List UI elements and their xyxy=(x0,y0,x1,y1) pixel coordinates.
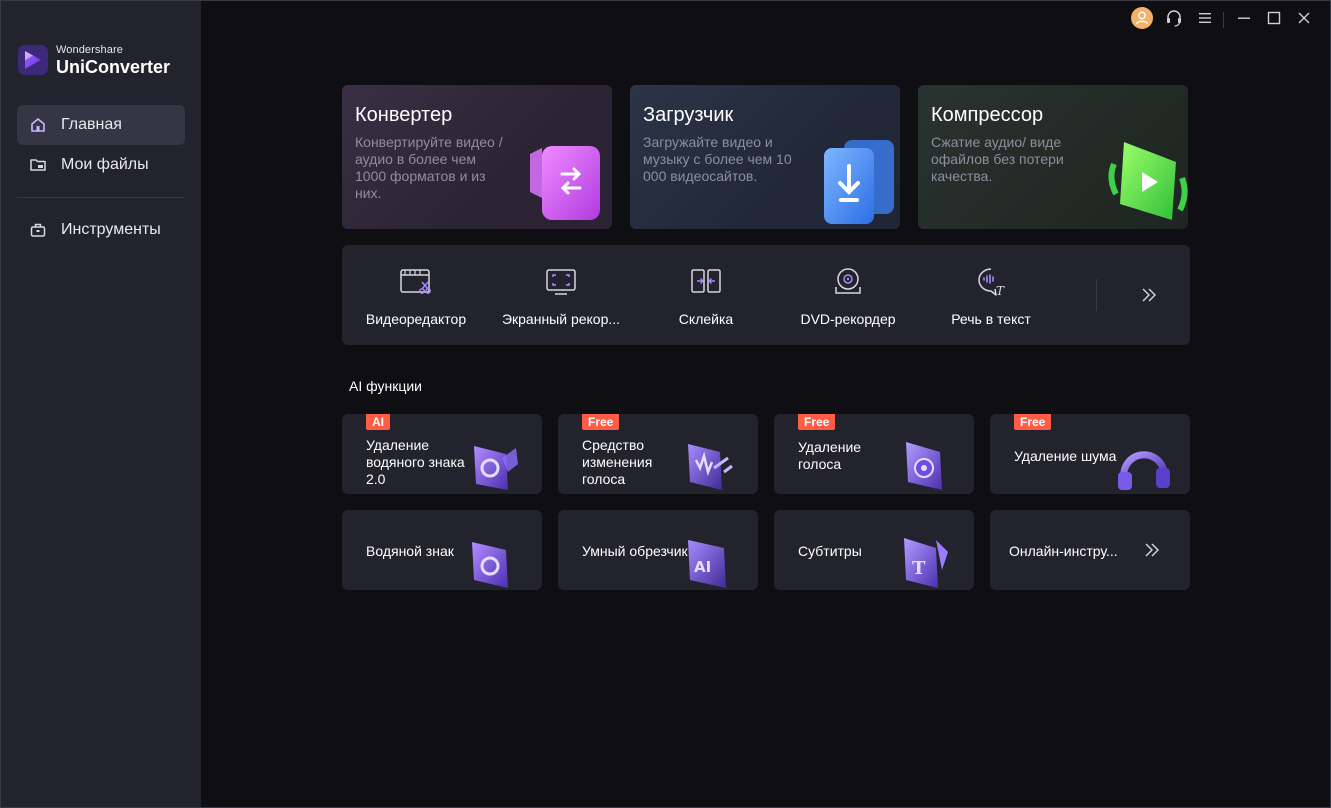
sidebar-item-label: Мои файлы xyxy=(61,156,149,173)
tool-label: Экранный рекор... xyxy=(501,311,621,327)
minimize-button[interactable] xyxy=(1232,8,1256,32)
app-window: Wondershare UniConverter Главная Мои фай… xyxy=(0,0,1331,808)
free-badge: Free xyxy=(582,414,620,430)
account-button[interactable] xyxy=(1130,6,1154,35)
converter-icon xyxy=(522,134,612,229)
sidebar-item-home[interactable]: Главная xyxy=(17,105,185,145)
brand-name: Wondershare xyxy=(56,43,123,56)
free-badge: Free xyxy=(798,414,836,430)
close-button[interactable] xyxy=(1292,8,1316,32)
compressor-card[interactable]: Компрессор Сжатие аудио/ виде офайлов бе… xyxy=(918,85,1188,229)
tools-strip: Видеоредактор Экранный рекор... Склейка … xyxy=(342,245,1190,345)
ai-card-label: Удаление водяного знака 2.0 xyxy=(366,437,465,487)
titlebar-divider xyxy=(1223,12,1224,28)
tool-screen-recorder[interactable]: Экранный рекор... xyxy=(491,245,631,345)
ai-section-title: AI функции xyxy=(349,378,422,394)
free-badge: Free xyxy=(1014,414,1052,430)
vocal-remover-icon xyxy=(900,438,956,494)
avatar-icon xyxy=(1130,6,1154,35)
maximize-button[interactable] xyxy=(1262,8,1286,32)
card-description: Конвертируйте видео / аудио в более чем … xyxy=(355,134,503,201)
voice-changer-icon xyxy=(684,438,740,494)
support-button[interactable] xyxy=(1162,8,1186,32)
download-icon xyxy=(820,134,900,229)
converter-card[interactable]: Конвертер Конвертируйте видео / аудио в … xyxy=(342,85,612,229)
close-icon xyxy=(1296,10,1312,31)
ai-card-label: Онлайн-инстру... xyxy=(1009,543,1118,559)
main-menu-button[interactable] xyxy=(1193,8,1217,32)
dvd-recorder-icon xyxy=(831,267,865,297)
subtitles-icon: T xyxy=(900,534,956,590)
tool-label: Видеоредактор xyxy=(365,311,467,327)
sidebar-item-my-files[interactable]: Мои файлы xyxy=(17,145,185,185)
tool-dvd-recorder[interactable]: DVD-рекордер xyxy=(778,245,918,345)
merge-icon xyxy=(689,267,723,297)
ai-card-voice-changer[interactable]: Free Средство изменения голоса xyxy=(558,414,758,494)
ai-card-label: Водяной знак xyxy=(366,543,454,559)
card-description: Загружайте видео и музыку с более чем 10… xyxy=(643,134,792,184)
tool-label: DVD-рекордер xyxy=(800,311,896,327)
ai-card-watermark[interactable]: Водяной знак xyxy=(342,510,542,590)
smart-trimmer-icon: AI xyxy=(684,534,740,590)
video-editor-icon xyxy=(399,267,433,297)
sidebar-item-tools[interactable]: Инструменты xyxy=(17,210,185,250)
ai-card-smart-trimmer[interactable]: Умный обрезчик AI xyxy=(558,510,758,590)
folder-icon xyxy=(29,156,47,174)
ai-card-subtitles[interactable]: Субтитры T xyxy=(774,510,974,590)
ai-card-noise-remover[interactable]: Free Удаление шума xyxy=(990,414,1190,494)
ai-card-label: Средство изменения голоса xyxy=(582,437,653,487)
uniconverter-logo-icon xyxy=(17,44,49,76)
tool-label: Склейка xyxy=(678,311,734,327)
card-title: Конвертер xyxy=(355,104,453,126)
double-chevron-right-icon xyxy=(1137,288,1161,311)
tool-video-editor[interactable]: Видеоредактор xyxy=(346,245,486,345)
card-title: Загрузчик xyxy=(643,104,734,126)
tool-speech-to-text[interactable]: T Речь в текст xyxy=(921,245,1061,345)
ai-card-vocal-remover[interactable]: Free Удаление голоса xyxy=(774,414,974,494)
speech-to-text-icon: T xyxy=(974,267,1008,298)
menu-icon xyxy=(1197,10,1213,31)
ai-card-label: Удаление голоса xyxy=(798,439,862,472)
headphones-icon xyxy=(1116,438,1172,494)
ai-badge: AI xyxy=(366,414,390,430)
sidebar-item-label: Главная xyxy=(61,116,122,133)
card-description: Сжатие аудио/ виде офайлов без потери ка… xyxy=(931,134,1064,184)
card-title: Компрессор xyxy=(931,104,1044,126)
ai-card-label: Субтитры xyxy=(798,543,862,559)
double-chevron-right-icon xyxy=(1140,538,1164,562)
watermark-icon xyxy=(468,534,524,590)
downloader-card[interactable]: Загрузчик Загружайте видео и музыку с бо… xyxy=(630,85,900,229)
compress-icon xyxy=(1108,138,1188,229)
product-name: UniConverter xyxy=(56,56,171,77)
ai-card-watermark-remover[interactable]: AI Удаление водяного знака 2.0 xyxy=(342,414,542,494)
sidebar: Wondershare UniConverter Главная Мои фай… xyxy=(1,1,201,807)
home-icon xyxy=(29,116,47,134)
tools-divider xyxy=(1096,279,1097,311)
screen-recorder-icon xyxy=(544,267,578,297)
ai-card-online-tools[interactable]: Онлайн-инстру... xyxy=(990,510,1190,590)
tool-label: Речь в текст xyxy=(951,311,1031,327)
toolbox-icon xyxy=(29,221,47,239)
app-logo: Wondershare UniConverter xyxy=(17,44,170,76)
svg-text:T: T xyxy=(912,558,926,579)
maximize-icon xyxy=(1266,10,1282,31)
svg-text:T: T xyxy=(996,284,1005,297)
watermark-remover-icon xyxy=(468,438,524,494)
headset-icon xyxy=(1164,8,1184,33)
tool-merge[interactable]: Склейка xyxy=(636,245,776,345)
more-tools-button[interactable] xyxy=(1137,283,1161,307)
sidebar-divider xyxy=(17,197,185,198)
minimize-icon xyxy=(1236,10,1252,31)
svg-text:AI: AI xyxy=(694,558,711,576)
sidebar-item-label: Инструменты xyxy=(61,221,161,238)
